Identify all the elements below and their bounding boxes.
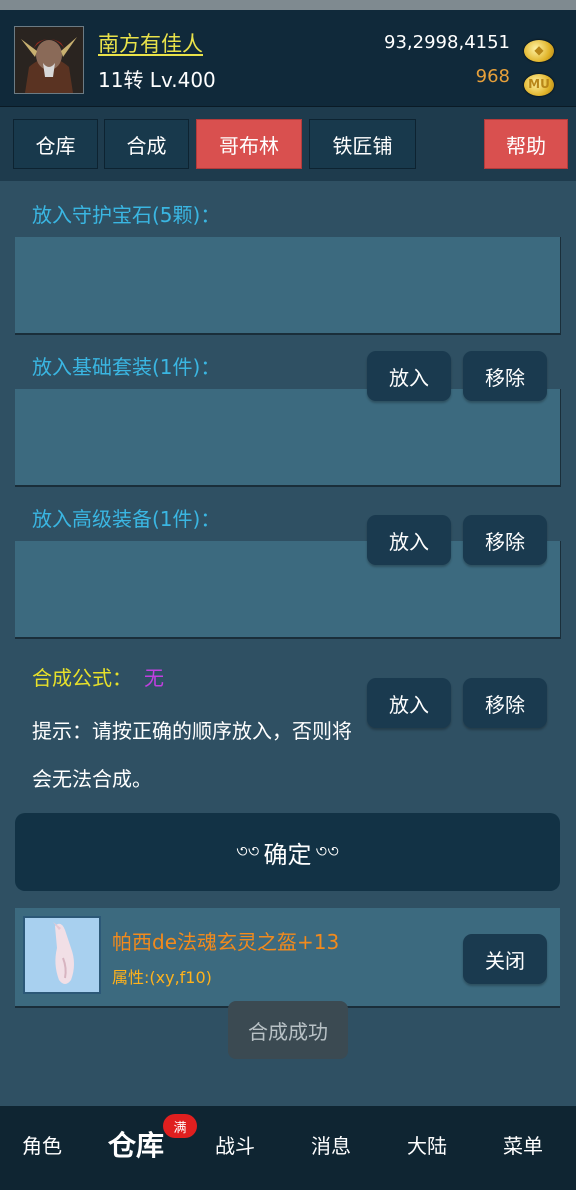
ornament-left-icon: ৩৩ [236,840,260,862]
player-name[interactable]: 南方有佳人 [98,28,203,58]
gold-coin-icon: ◆ [524,40,554,62]
item-attributes: 属性:(xy,f10) [112,968,212,987]
helmet-item-icon [25,918,99,992]
base-suit-remove-button[interactable]: 移除 [463,351,547,401]
system-bar [0,1190,576,1200]
top-tab-bar: 仓库 合成 哥布林 铁匠铺 帮助 [0,107,576,181]
goblin-synthesis-panel: 放入守护宝石(5颗)： 放入基础套装(1件)： 放入 移除 放入高级装备(1件)… [0,181,576,1106]
advanced-equip-remove-button[interactable]: 移除 [463,515,547,565]
player-avatar[interactable] [14,26,84,94]
advanced-equip-label: 放入高级装备(1件)： [32,507,221,531]
player-level: 11转 Lv.400 [98,68,216,92]
item-name: 帕西de法魂玄灵之盔+13 [112,930,340,954]
toast-message: 合成成功 [228,1001,348,1059]
ornament-right-icon: ৩৩ [315,840,339,862]
tab-warehouse[interactable]: 仓库 [13,119,98,169]
tab-synthesis[interactable]: 合成 [104,119,189,169]
status-strip [0,0,576,10]
formula-label: 合成公式： [32,666,132,690]
full-badge: 满 [163,1114,197,1138]
bottom-nav: 角色 仓库 满 战斗 消息 大陆 菜单 [0,1106,576,1190]
mu-coin-icon: MU [524,74,554,96]
nav-character[interactable]: 角色 [22,1130,62,1159]
guard-gem-slot[interactable] [15,237,561,335]
formula-value: 无 [144,666,164,690]
nav-menu[interactable]: 菜单 [503,1130,543,1159]
nav-battle[interactable]: 战斗 [215,1130,255,1159]
advanced-equip-put-in-button[interactable]: 放入 [367,515,451,565]
item-thumbnail[interactable] [23,916,101,994]
tab-goblin[interactable]: 哥布林 [196,119,302,169]
warrior-portrait-icon [15,27,83,93]
mu-amount: 968 [475,66,510,87]
nav-continent[interactable]: 大陆 [407,1130,447,1159]
nav-warehouse[interactable]: 仓库 [108,1124,164,1164]
base-suit-put-in-button[interactable]: 放入 [367,351,451,401]
hint-text: 提示：请按正确的顺序放入，否则将会无法合成。 [32,719,352,791]
result-item-panel: 帕西de法魂玄灵之盔+13 属性:(xy,f10) 关闭 [15,908,560,1008]
help-button[interactable]: 帮助 [484,119,568,169]
nav-messages[interactable]: 消息 [311,1130,351,1159]
base-suit-slot[interactable] [15,389,561,487]
confirm-button[interactable]: ৩৩ 确定 ৩৩ [15,813,560,891]
close-button[interactable]: 关闭 [463,934,547,984]
guard-gem-label: 放入守护宝石(5颗)： [32,203,221,227]
player-header: 南方有佳人 11转 Lv.400 93,2998,4151 ◆ 968 MU [0,10,576,107]
tab-blacksmith[interactable]: 铁匠铺 [309,119,416,169]
mu-coin-label: MU [528,77,550,91]
formula-put-in-button[interactable]: 放入 [367,678,451,728]
gold-amount: 93,2998,4151 [384,32,510,53]
base-suit-label: 放入基础套装(1件)： [32,355,221,379]
formula-remove-button[interactable]: 移除 [463,678,547,728]
confirm-label: 确定 [263,840,312,869]
